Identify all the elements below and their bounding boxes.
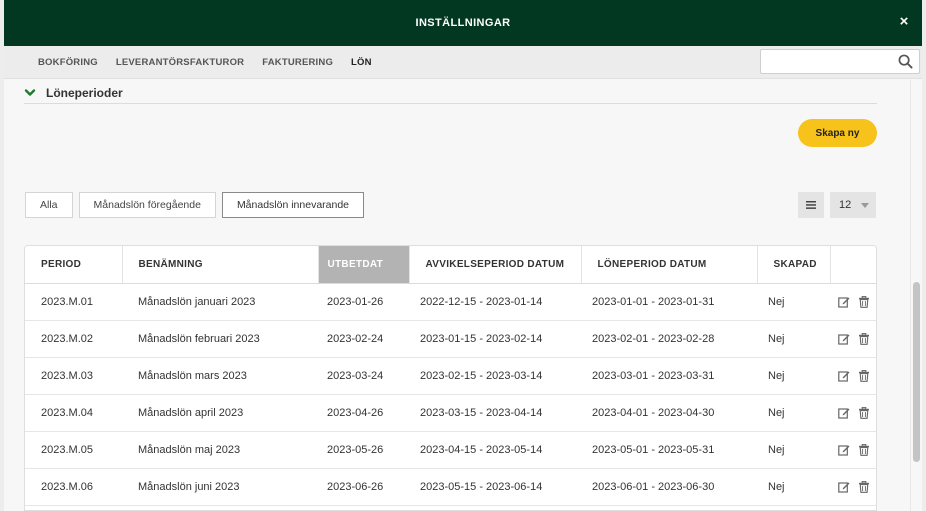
search-input[interactable] [761,50,891,73]
tab-lon[interactable]: LÖN [351,57,372,74]
periods-table: PERIOD BENÄMNING UTBETDAT AVVIKELSEPERIO… [24,245,877,511]
tab-list: BOKFÖRING LEVERANTÖRSFAKTUROR FAKTURERIN… [38,57,390,74]
table-row[interactable]: 2023.M.01 Månadslön januari 2023 2023-01… [25,283,876,321]
cell-paid-date: 2023-03-24 [318,357,409,395]
trash-icon[interactable] [858,406,870,419]
table-row[interactable]: 2023.M.06 Månadslön juni 2023 2023-06-26… [25,468,876,506]
cell-name: Månadslön maj 2023 [122,431,318,469]
cell-actions [830,283,876,321]
cell-created: Nej [757,431,830,469]
section-header[interactable]: Löneperioder [24,86,877,104]
cell-period: 2023.M.04 [25,394,122,432]
cell-name: Månadslön februari 2023 [122,320,318,358]
cell-deviation-period: 2023-01-15 - 2023-02-14 [409,320,581,358]
cell-created: Nej [757,283,830,321]
edit-icon[interactable] [838,296,850,308]
cell-created: Nej [757,468,830,506]
cell-deviation-period: 2023-03-15 - 2023-04-14 [409,394,581,432]
cell-actions [830,320,876,358]
search-icon[interactable] [898,54,913,69]
section-title: Löneperioder [46,86,123,100]
cell-period: 2023.M.02 [25,320,122,358]
table-row[interactable]: 2023.M.02 Månadslön februari 2023 2023-0… [25,320,876,358]
edit-icon[interactable] [838,444,850,456]
table-row[interactable]: 2023.M.03 Månadslön mars 2023 2023-03-24… [25,357,876,395]
edit-icon[interactable] [838,481,850,493]
cell-actions [830,431,876,469]
filter-all-button[interactable]: Alla [25,192,73,218]
edit-icon[interactable] [838,333,850,345]
cell-deviation-period: 2023-04-15 - 2023-05-14 [409,431,581,469]
modal-title: INSTÄLLNINGAR [415,17,511,29]
trash-icon[interactable] [858,443,870,456]
cell-paid-date: 2023-01-26 [318,283,409,321]
filter-current-month-button[interactable]: Månadslön innevarande [221,192,365,218]
cell-pay-period: 2023-02-01 - 2023-02-28 [581,320,757,358]
edit-icon[interactable] [838,370,850,382]
cell-pay-period: 2023-01-01 - 2023-01-31 [581,283,757,321]
tab-fakturering[interactable]: FAKTURERING [262,57,333,74]
scrollbar[interactable] [910,80,922,511]
cell-name: Månadslön april 2023 [122,394,318,432]
filter-group: Alla Månadslön föregående Månadslön inne… [25,192,370,218]
create-new-button[interactable]: Skapa ny [798,119,877,147]
cell-pay-period: 2023-04-01 - 2023-04-30 [581,394,757,432]
column-header-pay-period[interactable]: LÖNEPERIOD DATUM [581,246,758,284]
modal-titlebar: INSTÄLLNINGAR × [4,0,922,46]
tab-bokforing[interactable]: BOKFÖRING [38,57,98,74]
cell-period: 2023.M.03 [25,357,122,395]
edit-icon[interactable] [838,407,850,419]
cell-paid-date: 2023-05-26 [318,431,409,469]
trash-icon[interactable] [858,369,870,382]
list-icon [806,201,816,209]
cell-created: Nej [757,357,830,395]
cell-deviation-period: 2023-02-15 - 2023-03-14 [409,357,581,395]
cell-actions [830,468,876,506]
column-header-name[interactable]: BENÄMNING [122,246,319,284]
cell-actions [830,357,876,395]
column-header-paid-date[interactable]: UTBETDAT [318,246,410,284]
cell-paid-date: 2023-02-24 [318,320,409,358]
tab-leverantorsfakturor[interactable]: LEVERANTÖRSFAKTUROR [116,57,244,74]
cell-deviation-period: 2022-12-15 - 2023-01-14 [409,283,581,321]
cell-name: Månadslön januari 2023 [122,283,318,321]
per-page-value: 12 [839,199,852,211]
cell-name: Månadslön juni 2023 [122,468,318,506]
cell-deviation-period: 2023-05-15 - 2023-06-14 [409,468,581,506]
scrollbar-thumb[interactable] [913,282,920,462]
cell-pay-period: 2023-05-01 - 2023-05-31 [581,431,757,469]
column-header-actions [830,246,876,284]
cell-period: 2023.M.01 [25,283,122,321]
table-header-row: PERIOD BENÄMNING UTBETDAT AVVIKELSEPERIO… [25,246,876,284]
column-header-deviation-period[interactable]: AVVIKELSEPERIOD DATUM [409,246,582,284]
chevron-down-icon[interactable] [24,87,36,99]
cell-name: Månadslön mars 2023 [122,357,318,395]
cell-period: 2023.M.06 [25,468,122,506]
cell-paid-date: 2023-06-26 [318,468,409,506]
cell-actions [830,394,876,432]
per-page-select[interactable]: 12 [830,192,876,218]
cell-created: Nej [757,320,830,358]
cell-paid-date: 2023-04-26 [318,394,409,432]
table-row[interactable]: 2023.M.04 Månadslön april 2023 2023-04-2… [25,394,876,432]
trash-icon[interactable] [858,295,870,308]
cell-period: 2023.M.05 [25,431,122,469]
filter-previous-month-button[interactable]: Månadslön föregående [78,192,216,218]
caret-down-icon [861,203,869,208]
close-button[interactable]: × [896,14,912,30]
search-field [760,49,920,74]
column-header-period[interactable]: PERIOD [25,246,123,284]
table-row[interactable]: 2023.M.05 Månadslön maj 2023 2023-05-26 … [25,431,876,469]
cell-pay-period: 2023-03-01 - 2023-03-31 [581,357,757,395]
trash-icon[interactable] [858,332,870,345]
cell-created: Nej [757,394,830,432]
cell-pay-period: 2023-06-01 - 2023-06-30 [581,468,757,506]
trash-icon[interactable] [858,480,870,493]
list-view-button[interactable] [798,192,824,218]
column-header-created[interactable]: SKAPAD [757,246,831,284]
settings-modal: INSTÄLLNINGAR × BOKFÖRING LEVERANTÖRSFAK… [4,0,922,511]
